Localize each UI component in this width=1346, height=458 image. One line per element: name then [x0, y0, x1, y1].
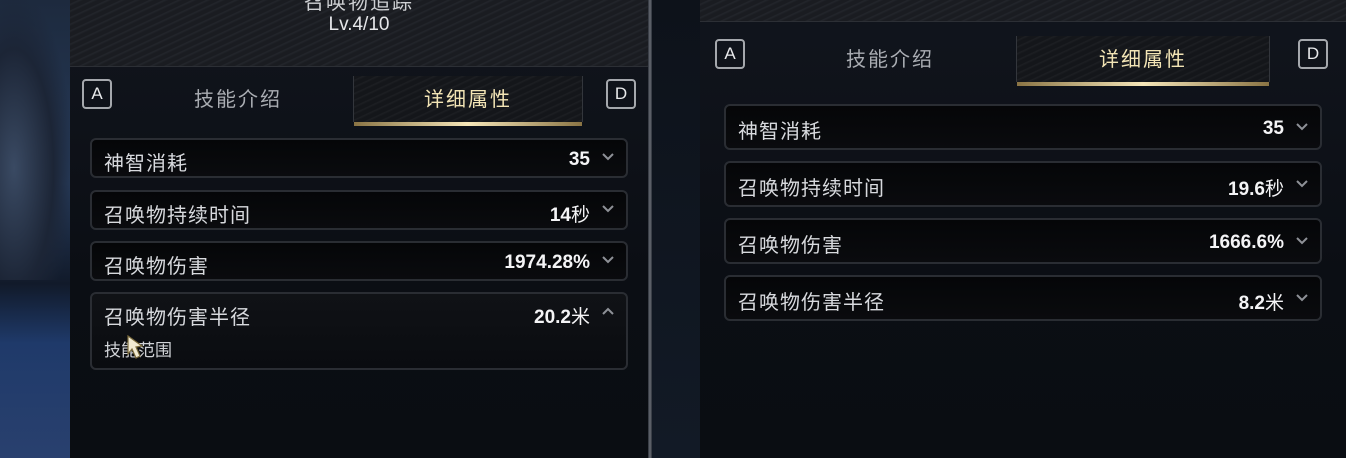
- chevron-up-icon: [602, 307, 614, 315]
- stat-row-summon-radius[interactable]: 召唤物伤害半径 8.2米: [724, 275, 1322, 321]
- skill-name: 召唤物追踪: [304, 0, 414, 14]
- skill-level: Lv.4/10: [328, 14, 390, 35]
- stat-label: 神智消耗: [104, 151, 188, 175]
- stat-value: 35: [568, 149, 590, 170]
- tab-detail-attributes[interactable]: 详细属性: [1016, 36, 1270, 86]
- stat-label: 召唤物伤害: [104, 254, 209, 278]
- stat-value: 14秒: [549, 204, 590, 226]
- stat-label: 召唤物持续时间: [104, 203, 251, 227]
- chevron-down-icon: [602, 205, 614, 213]
- tab-bar: A 技能介绍 详细属性 D: [700, 36, 1346, 86]
- chevron-down-icon: [1296, 294, 1308, 302]
- tab-skill-intro[interactable]: 技能介绍: [128, 76, 348, 122]
- stat-row-summon-damage[interactable]: 召唤物伤害 1974.28%: [90, 241, 628, 281]
- stat-label: 召唤物持续时间: [738, 176, 885, 200]
- stat-row-summon-duration[interactable]: 召唤物持续时间 19.6秒: [724, 161, 1322, 207]
- key-a-badge: A: [82, 79, 112, 109]
- stat-value: 20.2米: [534, 306, 590, 328]
- stat-row-summon-damage[interactable]: 召唤物伤害 1666.6%: [724, 218, 1322, 264]
- key-a-badge: A: [715, 39, 745, 69]
- skill-header-strip: [700, 0, 1346, 22]
- tab-detail-attributes[interactable]: 详细属性: [353, 76, 583, 126]
- background-scenery: [0, 0, 70, 458]
- stat-label: 神智消耗: [738, 119, 822, 143]
- chevron-down-icon: [1296, 123, 1308, 131]
- chevron-down-icon: [602, 153, 614, 161]
- stat-row-sanity-cost[interactable]: 神智消耗 35: [90, 138, 628, 178]
- stat-label: 召唤物伤害半径: [738, 290, 885, 314]
- background-gap: [652, 0, 700, 458]
- stat-value: 8.2米: [1238, 292, 1284, 314]
- background-mountain: [0, 0, 70, 280]
- mouse-cursor-icon: [127, 334, 144, 359]
- stat-row-summon-radius-expanded[interactable]: 召唤物伤害半径 20.2米 技能范围: [90, 292, 628, 370]
- key-d-badge: D: [606, 79, 636, 109]
- chevron-down-icon: [602, 256, 614, 264]
- skill-panel-left: 召唤物追踪 Lv.4/10 A 技能介绍 详细属性 D 神智消耗 35 召唤物持…: [70, 0, 648, 458]
- stat-row-summon-duration[interactable]: 召唤物持续时间 14秒: [90, 190, 628, 230]
- chevron-down-icon: [1296, 180, 1308, 188]
- stat-value: 1666.6%: [1208, 232, 1284, 253]
- stat-row-sanity-cost[interactable]: 神智消耗 35: [724, 104, 1322, 150]
- chevron-down-icon: [1296, 237, 1308, 245]
- skill-panel-right: A 技能介绍 详细属性 D 神智消耗 35 召唤物持续时间 19.6秒 召唤物伤…: [700, 0, 1346, 458]
- skill-header: 召唤物追踪 Lv.4/10: [70, 0, 648, 67]
- tab-skill-intro[interactable]: 技能介绍: [780, 36, 1000, 82]
- stat-value: 35: [1262, 118, 1284, 139]
- stat-value: 1974.28%: [504, 252, 590, 273]
- stat-label: 召唤物伤害半径: [104, 305, 251, 329]
- stat-value: 19.6秒: [1228, 178, 1284, 200]
- key-d-badge: D: [1298, 39, 1328, 69]
- tab-bar: A 技能介绍 详细属性 D: [70, 76, 648, 126]
- stat-label: 召唤物伤害: [738, 233, 843, 257]
